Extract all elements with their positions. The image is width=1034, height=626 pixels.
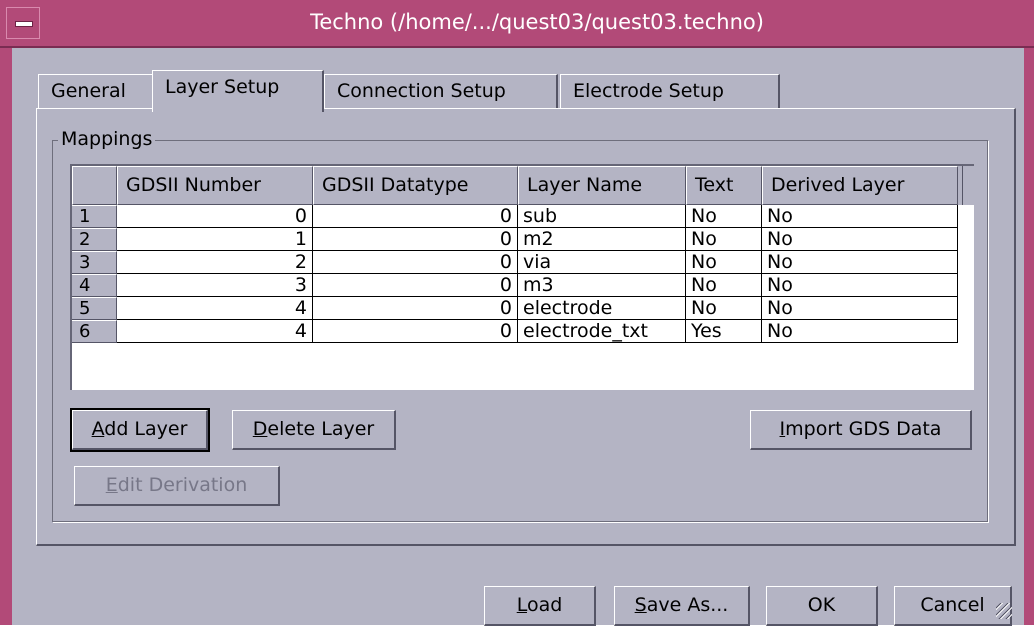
add-layer-label: dd Layer	[104, 418, 188, 440]
row-header[interactable]: 2	[72, 228, 117, 251]
ok-button[interactable]: OK	[766, 586, 878, 626]
cell-layer-name[interactable]: electrode	[518, 297, 686, 320]
column-header-gdsii-number[interactable]: GDSII Number	[117, 166, 313, 205]
table-row[interactable]: 1 0 0 sub No No	[72, 205, 974, 228]
import-gds-data-button[interactable]: Import GDS Data	[750, 410, 972, 450]
cell-layer-name[interactable]: m3	[518, 274, 686, 297]
tab-layer-setup[interactable]: Layer Setup	[152, 70, 324, 112]
cell-text[interactable]: No	[686, 228, 762, 251]
save-as-button[interactable]: Save As...	[614, 586, 750, 626]
table-empty-area[interactable]	[72, 344, 974, 390]
cell-layer-name[interactable]: m2	[518, 228, 686, 251]
corner-header	[72, 166, 117, 205]
load-label: oad	[526, 594, 563, 616]
add-layer-mnemonic: A	[91, 418, 105, 440]
row-header[interactable]: 6	[72, 320, 117, 343]
tab-electrode-setup[interactable]: Electrode Setup	[560, 74, 780, 108]
tab-general[interactable]: General	[38, 74, 154, 108]
mappings-table[interactable]: GDSII Number GDSII Datatype Layer Name T…	[70, 164, 974, 390]
window-title: Techno (/home/.../quest03/quest03.techno…	[310, 10, 764, 34]
column-header-text[interactable]: Text	[686, 166, 762, 205]
mappings-label: Mappings	[58, 128, 156, 150]
edit-derivation-button[interactable]: Edit Derivation	[74, 466, 280, 506]
window-frame-left[interactable]	[0, 0, 12, 625]
cell-gdsii-number[interactable]: 4	[117, 297, 313, 320]
cell-derived-layer[interactable]: No	[762, 228, 958, 251]
row-header[interactable]: 3	[72, 251, 117, 274]
window-menu-icon	[15, 21, 33, 27]
window-frame-right[interactable]	[1024, 0, 1034, 625]
delete-layer-label: elete Layer	[267, 418, 375, 440]
cell-gdsii-datatype[interactable]: 0	[313, 297, 518, 320]
delete-layer-mnemonic: D	[252, 418, 268, 440]
cell-text[interactable]: No	[686, 297, 762, 320]
cell-gdsii-datatype[interactable]: 0	[313, 228, 518, 251]
cell-layer-name[interactable]: sub	[518, 205, 686, 228]
cell-gdsii-datatype[interactable]: 0	[313, 205, 518, 228]
table-row[interactable]: 2 1 0 m2 No No	[72, 228, 974, 251]
cell-gdsii-number[interactable]: 4	[117, 320, 313, 343]
edit-derivation-mnemonic: E	[105, 474, 118, 496]
cell-text[interactable]: No	[686, 205, 762, 228]
row-header[interactable]: 1	[72, 205, 117, 228]
window-menu-button[interactable]	[6, 7, 40, 39]
cell-gdsii-datatype[interactable]: 0	[313, 320, 518, 343]
cell-gdsii-datatype[interactable]: 0	[313, 251, 518, 274]
cell-layer-name[interactable]: via	[518, 251, 686, 274]
cell-gdsii-number[interactable]: 3	[117, 274, 313, 297]
delete-layer-button[interactable]: Delete Layer	[232, 410, 396, 450]
table-row[interactable]: 3 2 0 via No No	[72, 251, 974, 274]
table-header: GDSII Number GDSII Datatype Layer Name T…	[72, 166, 974, 205]
column-header-layer-name[interactable]: Layer Name	[518, 166, 686, 205]
table-row[interactable]: 5 4 0 electrode No No	[72, 297, 974, 320]
row-header[interactable]: 4	[72, 274, 117, 297]
resize-grip-icon[interactable]	[996, 603, 1012, 619]
cell-derived-layer[interactable]: No	[762, 251, 958, 274]
table-row[interactable]: 4 3 0 m3 No No	[72, 274, 974, 297]
load-mnemonic: L	[516, 594, 527, 616]
cell-layer-name[interactable]: electrode_txt	[518, 320, 686, 343]
table-row[interactable]: 6 4 0 electrode_txt Yes No	[72, 320, 974, 343]
cell-derived-layer[interactable]: No	[762, 274, 958, 297]
cell-gdsii-number[interactable]: 2	[117, 251, 313, 274]
cancel-button[interactable]: Cancel	[894, 586, 1012, 626]
cell-derived-layer[interactable]: No	[762, 297, 958, 320]
header-scroll-corner	[962, 166, 974, 205]
edit-derivation-label: dit Derivation	[117, 474, 248, 496]
save-as-label: ave As...	[646, 594, 729, 616]
cell-gdsii-datatype[interactable]: 0	[313, 274, 518, 297]
dialog-body: General Layer Setup Connection Setup Ele…	[12, 48, 1024, 626]
add-layer-button[interactable]: Add Layer	[70, 408, 210, 452]
title-bar[interactable]: Techno (/home/.../quest03/quest03.techno…	[0, 0, 1034, 48]
tab-connection-setup[interactable]: Connection Setup	[324, 74, 558, 108]
techno-dialog: Techno (/home/.../quest03/quest03.techno…	[0, 0, 1034, 626]
column-header-derived-layer[interactable]: Derived Layer	[762, 166, 958, 205]
column-header-gdsii-datatype[interactable]: GDSII Datatype	[313, 166, 518, 205]
cell-gdsii-number[interactable]: 0	[117, 205, 313, 228]
cell-derived-layer[interactable]: No	[762, 320, 958, 343]
cell-text[interactable]: Yes	[686, 320, 762, 343]
row-header[interactable]: 5	[72, 297, 117, 320]
cell-text[interactable]: No	[686, 251, 762, 274]
cell-gdsii-number[interactable]: 1	[117, 228, 313, 251]
cell-text[interactable]: No	[686, 274, 762, 297]
load-button[interactable]: Load	[484, 586, 596, 626]
import-gds-label: mport GDS Data	[785, 418, 942, 440]
save-as-mnemonic: S	[634, 594, 647, 616]
cell-derived-layer[interactable]: No	[762, 205, 958, 228]
